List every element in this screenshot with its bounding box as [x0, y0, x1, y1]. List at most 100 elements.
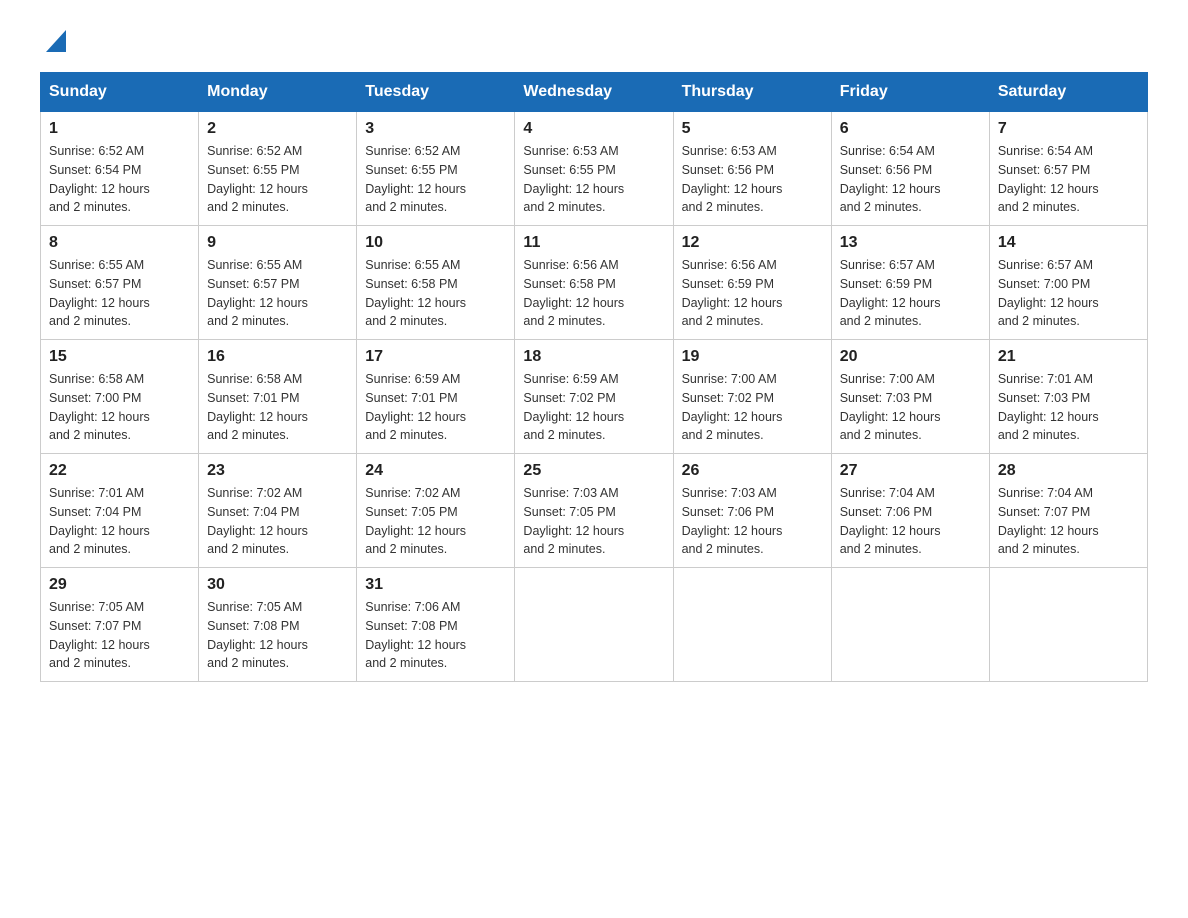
day-number: 8 [49, 234, 190, 252]
calendar-cell: 22 Sunrise: 7:01 AMSunset: 7:04 PMDayligh… [41, 454, 199, 568]
day-number: 16 [207, 348, 348, 366]
day-info: Sunrise: 6:52 AMSunset: 6:55 PMDaylight:… [365, 142, 506, 217]
day-info: Sunrise: 7:06 AMSunset: 7:08 PMDaylight:… [365, 598, 506, 673]
header-saturday: Saturday [989, 73, 1147, 112]
day-number: 20 [840, 348, 981, 366]
calendar-cell: 10Sunrise: 6:55 AMSunset: 6:58 PMDayligh… [357, 226, 515, 340]
day-number: 31 [365, 576, 506, 594]
header-sunday: Sunday [41, 73, 199, 112]
day-number: 12 [682, 234, 823, 252]
calendar-cell: 3 Sunrise: 6:52 AMSunset: 6:55 PMDaylight… [357, 112, 515, 226]
day-number: 13 [840, 234, 981, 252]
calendar-cell: 30 Sunrise: 7:05 AMSunset: 7:08 PMDayligh… [199, 568, 357, 682]
calendar-cell: 7 Sunrise: 6:54 AMSunset: 6:57 PMDaylight… [989, 112, 1147, 226]
week-row-1: 1 Sunrise: 6:52 AMSunset: 6:54 PMDaylight… [41, 112, 1148, 226]
day-number: 1 [49, 120, 190, 138]
day-info: Sunrise: 6:56 AMSunset: 6:58 PMDaylight:… [523, 256, 664, 331]
calendar-cell: 27 Sunrise: 7:04 AMSunset: 7:06 PMDayligh… [831, 454, 989, 568]
day-number: 26 [682, 462, 823, 480]
page-header [40, 30, 1148, 52]
day-info: Sunrise: 7:04 AMSunset: 7:07 PMDaylight:… [998, 484, 1139, 559]
day-info: Sunrise: 6:53 AMSunset: 6:56 PMDaylight:… [682, 142, 823, 217]
day-number: 7 [998, 120, 1139, 138]
day-info: Sunrise: 6:55 AMSunset: 6:57 PMDaylight:… [49, 256, 190, 331]
day-number: 11 [523, 234, 664, 252]
day-number: 2 [207, 120, 348, 138]
logo [40, 30, 70, 52]
calendar-cell: 1 Sunrise: 6:52 AMSunset: 6:54 PMDaylight… [41, 112, 199, 226]
calendar-cell: 23 Sunrise: 7:02 AMSunset: 7:04 PMDayligh… [199, 454, 357, 568]
day-number: 30 [207, 576, 348, 594]
calendar-cell [989, 568, 1147, 682]
calendar-cell: 6 Sunrise: 6:54 AMSunset: 6:56 PMDaylight… [831, 112, 989, 226]
week-row-2: 8 Sunrise: 6:55 AMSunset: 6:57 PMDaylight… [41, 226, 1148, 340]
day-number: 4 [523, 120, 664, 138]
calendar-cell: 18 Sunrise: 6:59 AMSunset: 7:02 PMDayligh… [515, 340, 673, 454]
day-info: Sunrise: 7:01 AMSunset: 7:03 PMDaylight:… [998, 370, 1139, 445]
day-number: 18 [523, 348, 664, 366]
calendar-cell: 17Sunrise: 6:59 AMSunset: 7:01 PMDayligh… [357, 340, 515, 454]
day-number: 22 [49, 462, 190, 480]
day-info: Sunrise: 6:53 AMSunset: 6:55 PMDaylight:… [523, 142, 664, 217]
day-info: Sunrise: 7:05 AMSunset: 7:08 PMDaylight:… [207, 598, 348, 673]
header-friday: Friday [831, 73, 989, 112]
day-info: Sunrise: 6:57 AMSunset: 7:00 PMDaylight:… [998, 256, 1139, 331]
day-info: Sunrise: 7:02 AMSunset: 7:04 PMDaylight:… [207, 484, 348, 559]
day-number: 25 [523, 462, 664, 480]
day-info: Sunrise: 6:56 AMSunset: 6:59 PMDaylight:… [682, 256, 823, 331]
calendar-cell: 25 Sunrise: 7:03 AMSunset: 7:05 PMDayligh… [515, 454, 673, 568]
calendar-cell: 4 Sunrise: 6:53 AMSunset: 6:55 PMDaylight… [515, 112, 673, 226]
calendar-cell: 29 Sunrise: 7:05 AMSunset: 7:07 PMDayligh… [41, 568, 199, 682]
day-number: 29 [49, 576, 190, 594]
day-info: Sunrise: 7:00 AMSunset: 7:02 PMDaylight:… [682, 370, 823, 445]
calendar-cell: 2Sunrise: 6:52 AMSunset: 6:55 PMDaylight… [199, 112, 357, 226]
calendar-cell: 31 Sunrise: 7:06 AMSunset: 7:08 PMDayligh… [357, 568, 515, 682]
day-number: 9 [207, 234, 348, 252]
day-info: Sunrise: 6:59 AMSunset: 7:01 PMDaylight:… [365, 370, 506, 445]
calendar-cell: 11 Sunrise: 6:56 AMSunset: 6:58 PMDayligh… [515, 226, 673, 340]
day-number: 27 [840, 462, 981, 480]
day-info: Sunrise: 7:03 AMSunset: 7:06 PMDaylight:… [682, 484, 823, 559]
header-tuesday: Tuesday [357, 73, 515, 112]
calendar-cell: 24Sunrise: 7:02 AMSunset: 7:05 PMDayligh… [357, 454, 515, 568]
header-thursday: Thursday [673, 73, 831, 112]
day-number: 23 [207, 462, 348, 480]
week-row-3: 15 Sunrise: 6:58 AMSunset: 7:00 PMDayligh… [41, 340, 1148, 454]
calendar-cell: 12 Sunrise: 6:56 AMSunset: 6:59 PMDayligh… [673, 226, 831, 340]
logo-arrow-icon [46, 30, 66, 52]
day-number: 10 [365, 234, 506, 252]
calendar-cell: 14 Sunrise: 6:57 AMSunset: 7:00 PMDayligh… [989, 226, 1147, 340]
header-wednesday: Wednesday [515, 73, 673, 112]
calendar-cell: 8 Sunrise: 6:55 AMSunset: 6:57 PMDaylight… [41, 226, 199, 340]
day-number: 5 [682, 120, 823, 138]
day-info: Sunrise: 6:54 AMSunset: 6:57 PMDaylight:… [998, 142, 1139, 217]
calendar-cell: 9Sunrise: 6:55 AMSunset: 6:57 PMDaylight… [199, 226, 357, 340]
day-number: 19 [682, 348, 823, 366]
day-info: Sunrise: 6:59 AMSunset: 7:02 PMDaylight:… [523, 370, 664, 445]
calendar-table: SundayMondayTuesdayWednesdayThursdayFrid… [40, 72, 1148, 682]
day-number: 3 [365, 120, 506, 138]
day-info: Sunrise: 6:58 AMSunset: 7:00 PMDaylight:… [49, 370, 190, 445]
day-number: 6 [840, 120, 981, 138]
day-info: Sunrise: 7:05 AMSunset: 7:07 PMDaylight:… [49, 598, 190, 673]
day-info: Sunrise: 7:02 AMSunset: 7:05 PMDaylight:… [365, 484, 506, 559]
calendar-cell: 20Sunrise: 7:00 AMSunset: 7:03 PMDayligh… [831, 340, 989, 454]
week-row-5: 29 Sunrise: 7:05 AMSunset: 7:07 PMDayligh… [41, 568, 1148, 682]
day-number: 28 [998, 462, 1139, 480]
calendar-cell: 15 Sunrise: 6:58 AMSunset: 7:00 PMDayligh… [41, 340, 199, 454]
day-number: 15 [49, 348, 190, 366]
day-info: Sunrise: 7:03 AMSunset: 7:05 PMDaylight:… [523, 484, 664, 559]
day-number: 21 [998, 348, 1139, 366]
day-number: 14 [998, 234, 1139, 252]
calendar-cell: 26 Sunrise: 7:03 AMSunset: 7:06 PMDayligh… [673, 454, 831, 568]
day-info: Sunrise: 6:54 AMSunset: 6:56 PMDaylight:… [840, 142, 981, 217]
calendar-cell: 5 Sunrise: 6:53 AMSunset: 6:56 PMDaylight… [673, 112, 831, 226]
calendar-cell: 16 Sunrise: 6:58 AMSunset: 7:01 PMDayligh… [199, 340, 357, 454]
calendar-cell: 13 Sunrise: 6:57 AMSunset: 6:59 PMDayligh… [831, 226, 989, 340]
day-info: Sunrise: 6:52 AMSunset: 6:54 PMDaylight:… [49, 142, 190, 217]
day-info: Sunrise: 6:58 AMSunset: 7:01 PMDaylight:… [207, 370, 348, 445]
day-info: Sunrise: 6:57 AMSunset: 6:59 PMDaylight:… [840, 256, 981, 331]
day-info: Sunrise: 7:04 AMSunset: 7:06 PMDaylight:… [840, 484, 981, 559]
day-info: Sunrise: 7:01 AMSunset: 7:04 PMDaylight:… [49, 484, 190, 559]
calendar-cell: 19 Sunrise: 7:00 AMSunset: 7:02 PMDayligh… [673, 340, 831, 454]
